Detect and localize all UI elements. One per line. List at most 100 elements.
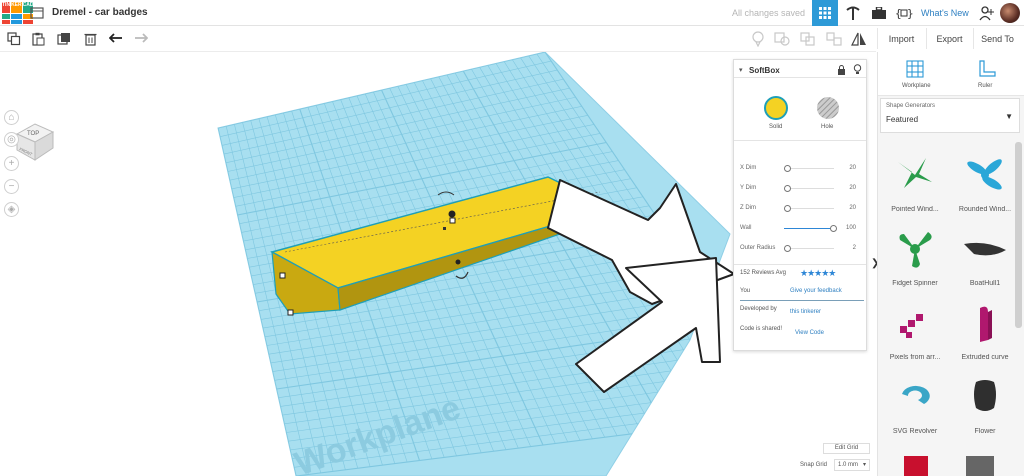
logo-cell <box>22 19 34 24</box>
partial-shape-icon[interactable] <box>898 450 934 476</box>
param-slider[interactable] <box>784 168 834 169</box>
slider-knob[interactable] <box>784 185 791 192</box>
tinkercad-editor: { "app": { "logo_letters": ["TIN", "KER"… <box>0 0 1024 476</box>
dashboard-grid-icon[interactable] <box>30 6 44 20</box>
whats-new-link[interactable]: What's New <box>921 8 969 18</box>
param-value[interactable]: 20 <box>849 185 856 191</box>
perspective-icon[interactable]: ◈ <box>4 202 19 217</box>
note-icon[interactable] <box>750 31 766 47</box>
corner-handle[interactable] <box>279 272 286 279</box>
save-status: All changes saved <box>732 8 806 18</box>
snap-grid-value: 1.0 mm <box>838 462 859 468</box>
shape-tile[interactable]: Pointed Wind... <box>880 148 950 222</box>
panel-scrollbar[interactable] <box>1015 142 1022 328</box>
show-all-icon[interactable] <box>774 31 790 47</box>
tinkercad-logo[interactable]: TIN KER CAD <box>2 2 34 24</box>
briefcase-icon[interactable] <box>868 0 890 26</box>
panel-tools: Workplane Ruler <box>878 52 1024 96</box>
zoom-out-icon[interactable]: − <box>4 179 19 194</box>
param-name: X Dim <box>740 165 757 171</box>
reviews-summary: 152 Reviews Avg <box>740 270 786 276</box>
shape-name: Rounded Wind... <box>958 206 1012 213</box>
slider-knob[interactable] <box>784 205 791 212</box>
view-cube[interactable]: TOP FRONT <box>13 120 57 169</box>
ungroup-icon[interactable] <box>826 31 842 47</box>
param-row: Z Dim 20 <box>740 204 864 214</box>
snap-grid-select[interactable]: 1.0 mm ▾ <box>834 459 870 471</box>
param-value[interactable]: 20 <box>849 205 856 211</box>
shape-tile[interactable]: Fidget Spinner <box>880 222 950 296</box>
add-user-icon[interactable] <box>976 0 998 26</box>
shape-tile[interactable]: Rounded Wind... <box>950 148 1020 222</box>
solid-label: Solid <box>769 124 783 130</box>
paste-icon[interactable] <box>30 31 46 47</box>
developer-link[interactable]: this tinkerer <box>790 309 821 315</box>
divider <box>734 140 866 141</box>
redo-icon[interactable] <box>133 31 149 47</box>
param-value[interactable]: 100 <box>846 225 856 231</box>
code-blocks-icon[interactable]: {} <box>893 0 915 26</box>
edit-toolbar <box>0 27 876 52</box>
bulb-icon[interactable] <box>853 64 862 75</box>
param-row: X Dim 20 <box>740 164 864 174</box>
shape-tile[interactable]: Pixels from arr... <box>880 296 950 370</box>
shape-inspector: ▾ SoftBox Solid Hole X Dim 20 Y Dim 20 Z Dim… <box>733 59 867 351</box>
lock-icon[interactable] <box>837 65 846 75</box>
divider <box>734 77 866 78</box>
duplicate-icon[interactable] <box>56 31 72 47</box>
slider-knob[interactable] <box>784 245 791 252</box>
fit-view-icon[interactable]: ◎ <box>4 132 19 147</box>
shape-library-select[interactable]: Shape Generators Featured ▼ <box>880 98 1020 133</box>
home-view-icon[interactable]: ⌂ <box>4 110 19 125</box>
shape-name: Extruded curve <box>961 354 1009 361</box>
ruler-icon[interactable] <box>978 60 996 78</box>
workplane-icon[interactable] <box>906 60 924 78</box>
avatar[interactable] <box>1000 3 1020 23</box>
solid-swatch[interactable] <box>763 95 789 121</box>
shape-tile[interactable]: Extruded curve <box>950 296 1020 370</box>
pickaxe-icon[interactable] <box>842 0 864 26</box>
collapse-caret-icon[interactable]: ▾ <box>739 66 743 74</box>
slider-knob[interactable] <box>830 225 837 232</box>
shape-name: Pointed Wind... <box>891 206 939 213</box>
param-slider[interactable] <box>784 228 834 229</box>
partial-shape-icon[interactable] <box>962 450 998 476</box>
lift-cone-handle[interactable] <box>448 210 456 218</box>
chevron-down-icon: ▾ <box>862 462 866 468</box>
undo-icon[interactable] <box>108 31 124 47</box>
param-row: Y Dim 20 <box>740 184 864 194</box>
slider-knob[interactable] <box>784 165 791 172</box>
shape-tile[interactable]: Flower <box>950 370 1020 444</box>
param-name: Z Dim <box>740 205 756 211</box>
ruler-label: Ruler <box>978 83 993 89</box>
param-slider[interactable] <box>784 208 834 209</box>
give-feedback-link[interactable]: Give your feedback <box>790 288 842 294</box>
library-caption: Shape Generators <box>886 103 936 109</box>
param-slider[interactable] <box>784 188 834 189</box>
height-handle[interactable] <box>449 217 456 224</box>
corner-handle[interactable] <box>287 309 294 316</box>
rotate-handle[interactable] <box>455 259 461 265</box>
import-button[interactable]: Import <box>877 28 925 49</box>
shape-tile[interactable]: BoatHull1 <box>950 222 1020 296</box>
svg-revolver-icon <box>902 385 930 404</box>
param-value[interactable]: 20 <box>849 165 856 171</box>
send-to-button[interactable]: Send To <box>973 28 1021 49</box>
document-title[interactable]: Dremel - car badges <box>52 7 148 18</box>
group-icon[interactable] <box>800 31 816 47</box>
zoom-in-icon[interactable]: + <box>4 156 19 171</box>
view-code-link[interactable]: View Code <box>795 330 824 336</box>
3d-design-view-icon[interactable] <box>812 0 838 26</box>
edit-grid-button[interactable]: Edit Grid <box>823 443 870 454</box>
divider <box>734 264 866 265</box>
delete-icon[interactable] <box>82 31 98 47</box>
param-slider[interactable] <box>784 248 834 249</box>
shape-tile[interactable]: SVG Revolver <box>880 370 950 444</box>
mirror-icon[interactable] <box>851 31 867 47</box>
center-handle[interactable] <box>443 227 446 230</box>
top-bar: TIN KER CAD Dremel - car badges All chan… <box>0 0 1024 26</box>
copy-icon[interactable] <box>6 31 22 47</box>
export-button[interactable]: Export <box>926 28 972 49</box>
param-value[interactable]: 2 <box>853 245 856 251</box>
hole-swatch[interactable] <box>815 95 841 121</box>
